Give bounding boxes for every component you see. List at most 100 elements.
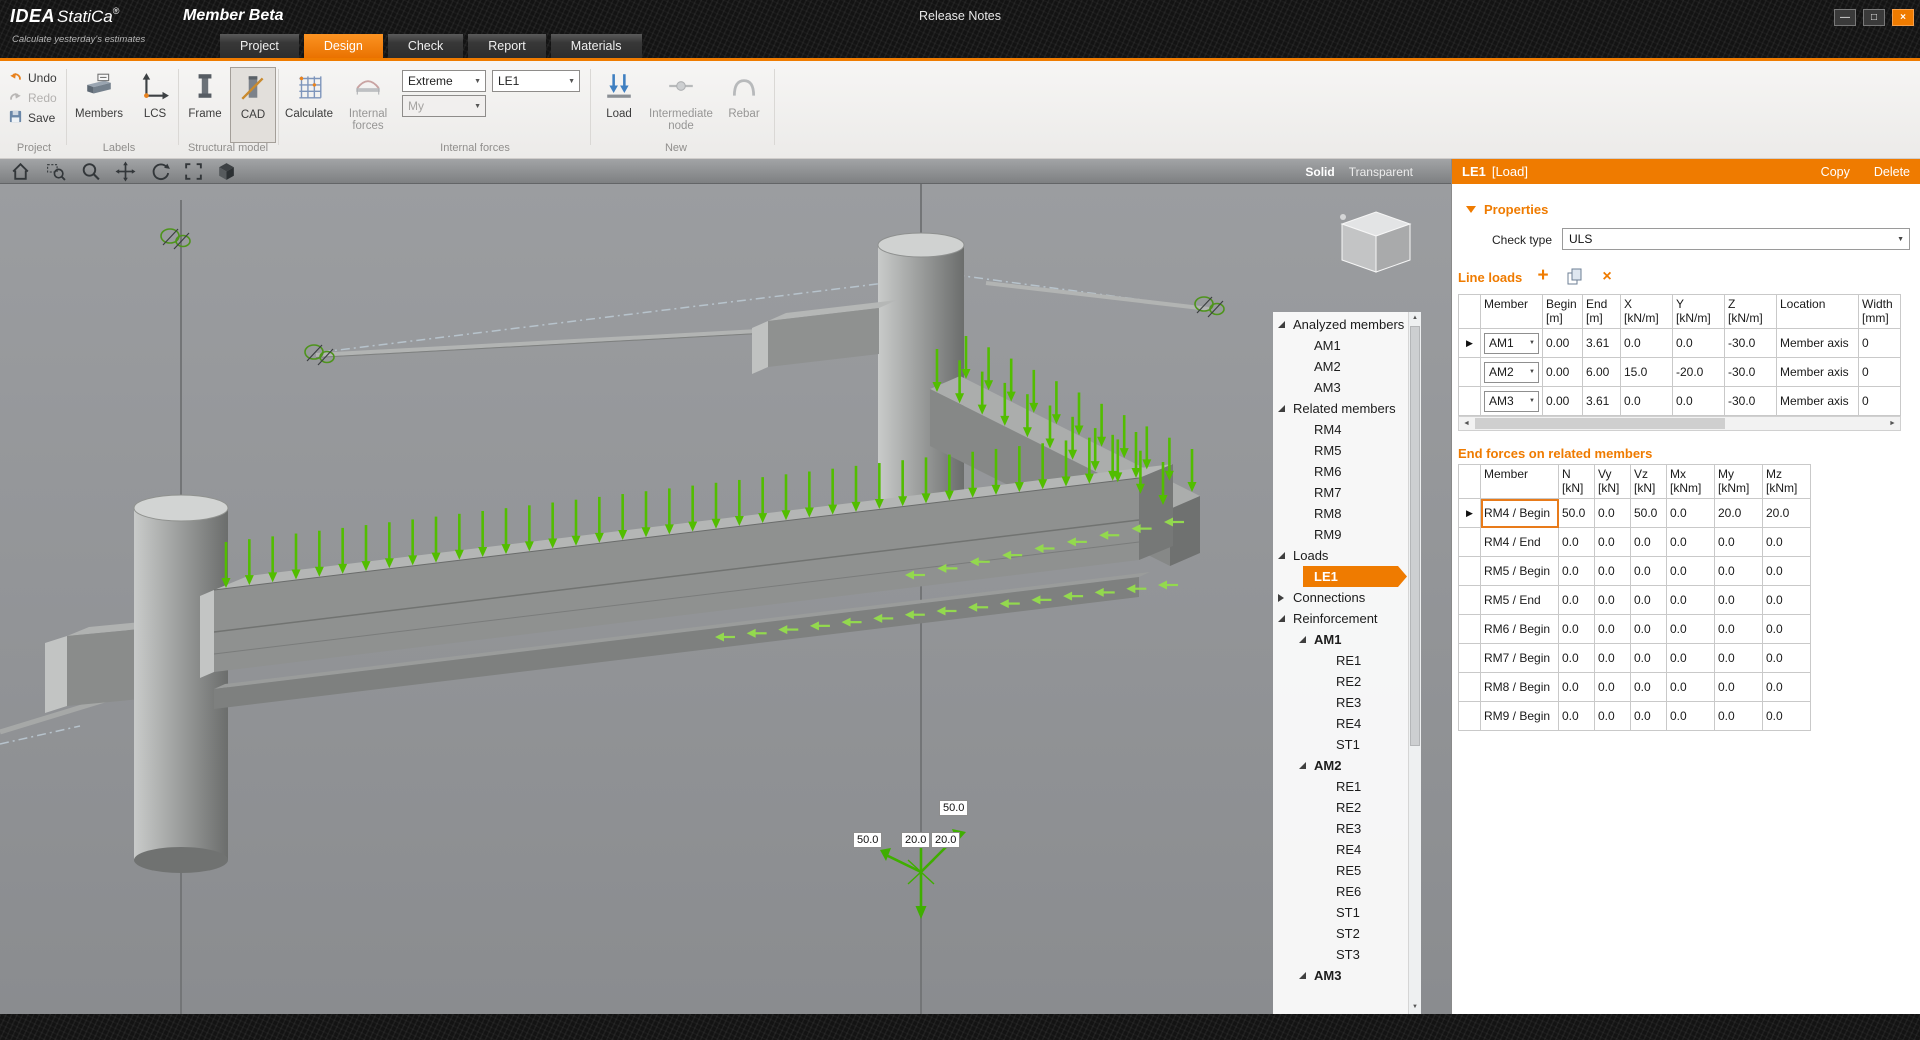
tab-design[interactable]: Design — [304, 34, 383, 58]
intermediate-node-button[interactable]: Intermediate node — [646, 67, 716, 143]
value-cell[interactable]: 0.0 — [1631, 615, 1667, 644]
row-selector[interactable]: ▶ — [1459, 499, 1481, 528]
tree-item-am1[interactable]: AM1 — [1273, 335, 1408, 356]
value-cell[interactable]: 15.0 — [1621, 358, 1673, 387]
3d-viewport[interactable]: Analyzed membersAM1AM2AM3Related members… — [0, 184, 1451, 1014]
tree-item-re2[interactable]: RE2 — [1273, 797, 1408, 818]
value-cell[interactable]: 0.0 — [1559, 673, 1595, 702]
solid-mode-button[interactable]: Solid — [1305, 165, 1334, 179]
zoom-fit-icon[interactable] — [183, 161, 204, 182]
member-dropdown[interactable]: AM1▼ — [1484, 333, 1539, 354]
line-loads-hscrollbar[interactable]: ◄ ► — [1458, 416, 1901, 431]
tree-item-am3[interactable]: AM3 — [1273, 377, 1408, 398]
scroll-left-icon[interactable]: ◄ — [1459, 417, 1474, 430]
expander-collapsed-icon[interactable] — [1278, 594, 1284, 602]
pan-icon[interactable] — [115, 161, 136, 182]
value-cell[interactable]: 20.0 — [1763, 499, 1811, 528]
tree-item-re1[interactable]: RE1 — [1273, 650, 1408, 671]
tree-item-re4[interactable]: RE4 — [1273, 839, 1408, 860]
member-cell[interactable]: RM9 / Begin — [1481, 702, 1559, 731]
value-cell[interactable]: 0.00 — [1543, 387, 1583, 416]
value-cell[interactable]: 0.0 — [1595, 702, 1631, 731]
value-cell[interactable]: 0.0 — [1595, 528, 1631, 557]
transparent-mode-button[interactable]: Transparent — [1349, 165, 1413, 179]
collapse-properties-icon[interactable] — [1466, 206, 1476, 213]
value-cell[interactable]: Member axis — [1777, 387, 1859, 416]
value-cell[interactable]: 0 — [1859, 358, 1901, 387]
tree-item-am1[interactable]: AM1 — [1273, 629, 1408, 650]
copy-line-load-button[interactable] — [1564, 266, 1586, 288]
calculate-button[interactable]: Calculate — [282, 67, 336, 143]
value-cell[interactable]: 0.0 — [1621, 387, 1673, 416]
delete-button[interactable]: Delete — [1874, 165, 1910, 179]
tree-item-rm4[interactable]: RM4 — [1273, 419, 1408, 440]
tree-item-rm5[interactable]: RM5 — [1273, 440, 1408, 461]
value-cell[interactable]: 0.0 — [1667, 702, 1715, 731]
maximize-button[interactable]: □ — [1863, 9, 1885, 26]
member-dropdown[interactable]: AM3▼ — [1484, 391, 1539, 412]
member-cell[interactable]: RM7 / Begin — [1481, 644, 1559, 673]
value-cell[interactable]: 0.0 — [1715, 557, 1763, 586]
value-cell[interactable]: 0.0 — [1715, 673, 1763, 702]
value-cell[interactable]: 0.00 — [1543, 329, 1583, 358]
value-cell[interactable]: 0.0 — [1667, 557, 1715, 586]
copy-button[interactable]: Copy — [1821, 165, 1850, 179]
value-cell[interactable]: 0.0 — [1715, 586, 1763, 615]
tree-item-loads[interactable]: Loads — [1273, 545, 1408, 566]
rotate-icon[interactable] — [150, 161, 171, 182]
member-cell[interactable]: RM5 / End — [1481, 586, 1559, 615]
value-cell[interactable]: 0.0 — [1631, 528, 1667, 557]
value-cell[interactable]: Member axis — [1777, 358, 1859, 387]
member-cell[interactable]: AM2▼ — [1481, 358, 1543, 387]
value-cell[interactable]: 0.0 — [1595, 644, 1631, 673]
member-cell[interactable]: RM4 / Begin — [1481, 499, 1559, 528]
value-cell[interactable]: -30.0 — [1725, 387, 1777, 416]
tree-item-rm7[interactable]: RM7 — [1273, 482, 1408, 503]
tab-check[interactable]: Check — [388, 34, 463, 58]
member-cell[interactable]: AM1▼ — [1481, 329, 1543, 358]
tree-item-le1[interactable]: LE1 — [1273, 566, 1408, 587]
tree-item-re1[interactable]: RE1 — [1273, 776, 1408, 797]
value-cell[interactable]: 0.0 — [1667, 644, 1715, 673]
row-selector[interactable] — [1459, 557, 1481, 586]
zoom-icon[interactable] — [80, 161, 101, 182]
member-dropdown[interactable]: AM2▼ — [1484, 362, 1539, 383]
row-selector[interactable] — [1459, 615, 1481, 644]
my-dropdown[interactable]: My▼ — [402, 95, 486, 117]
tree-item-re2[interactable]: RE2 — [1273, 671, 1408, 692]
cad-button[interactable]: CAD — [230, 67, 276, 143]
expander-expanded-icon[interactable] — [1299, 762, 1306, 769]
row-selector[interactable] — [1459, 387, 1481, 416]
tree-item-st1[interactable]: ST1 — [1273, 734, 1408, 755]
value-cell[interactable]: 0.0 — [1631, 644, 1667, 673]
value-cell[interactable]: 0.0 — [1763, 586, 1811, 615]
internal-forces-button[interactable]: Internal forces — [338, 67, 398, 143]
tree-item-analyzed-members[interactable]: Analyzed members — [1273, 314, 1408, 335]
scroll-right-icon[interactable]: ► — [1885, 417, 1900, 430]
value-cell[interactable]: 0.0 — [1763, 702, 1811, 731]
display-mode-icon[interactable] — [216, 161, 237, 182]
expander-expanded-icon[interactable] — [1299, 636, 1306, 643]
lcs-button[interactable]: LCS — [132, 67, 178, 143]
3d-viewport-scene[interactable] — [0, 184, 1451, 1014]
value-cell[interactable]: 0 — [1859, 387, 1901, 416]
value-cell[interactable]: 0.0 — [1667, 615, 1715, 644]
row-selector[interactable]: ▶ — [1459, 329, 1481, 358]
value-cell[interactable]: 0.0 — [1715, 615, 1763, 644]
expander-expanded-icon[interactable] — [1278, 615, 1285, 622]
value-cell[interactable]: 0.0 — [1631, 702, 1667, 731]
row-selector[interactable] — [1459, 673, 1481, 702]
value-cell[interactable]: 0.0 — [1595, 557, 1631, 586]
tree-item-rm8[interactable]: RM8 — [1273, 503, 1408, 524]
tree-item-st1[interactable]: ST1 — [1273, 902, 1408, 923]
value-cell[interactable]: 0.0 — [1763, 644, 1811, 673]
expander-expanded-icon[interactable] — [1299, 972, 1306, 979]
tree-item-st2[interactable]: ST2 — [1273, 923, 1408, 944]
value-cell[interactable]: 0.0 — [1621, 329, 1673, 358]
value-cell[interactable]: 50.0 — [1631, 499, 1667, 528]
scrollbar-thumb[interactable] — [1475, 418, 1725, 429]
value-cell[interactable]: 0.0 — [1559, 528, 1595, 557]
member-cell[interactable]: AM3▼ — [1481, 387, 1543, 416]
tree-item-re4[interactable]: RE4 — [1273, 713, 1408, 734]
tab-report[interactable]: Report — [468, 34, 546, 58]
